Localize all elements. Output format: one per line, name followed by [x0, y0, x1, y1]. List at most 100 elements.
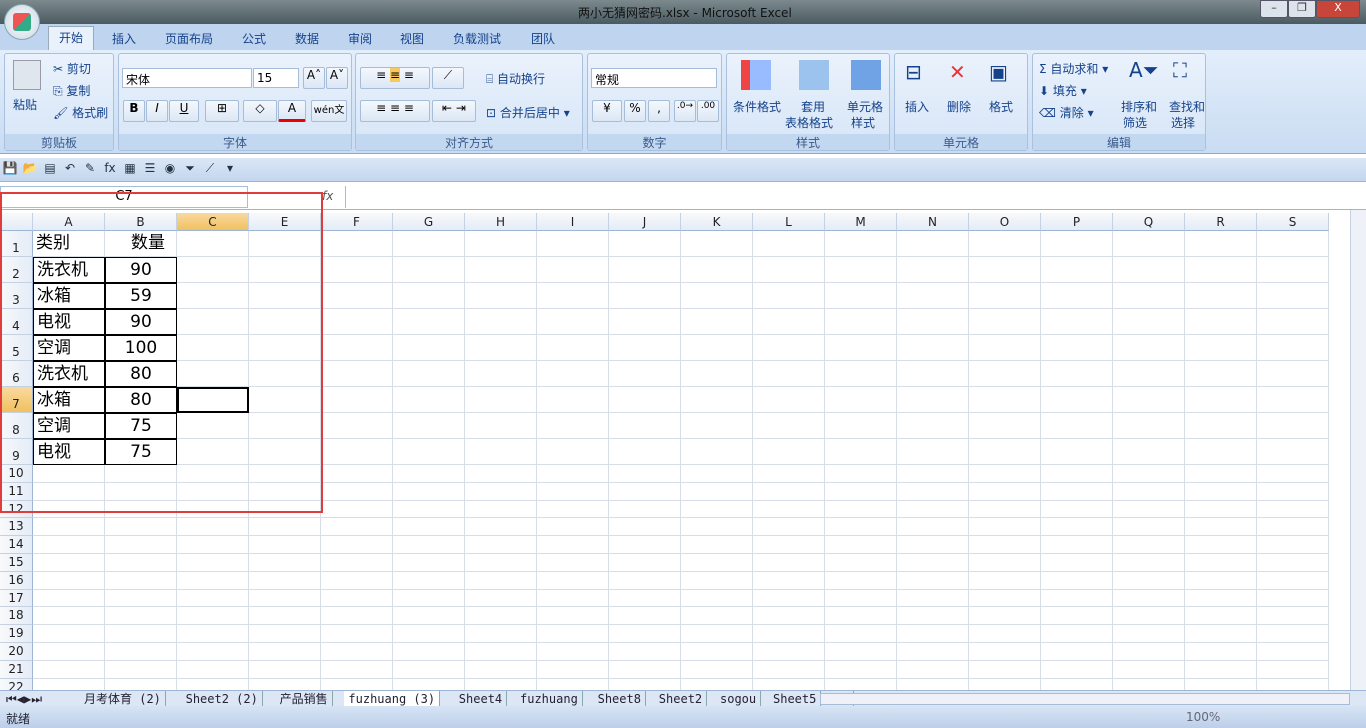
cell-R14[interactable] [1185, 536, 1257, 554]
delete-button[interactable]: 删除 [947, 98, 971, 115]
cell-E6[interactable] [249, 361, 321, 387]
cell-F1[interactable] [321, 231, 393, 257]
cell-J17[interactable] [609, 589, 681, 608]
cell-F13[interactable] [321, 518, 393, 537]
cell-K5[interactable] [681, 335, 753, 361]
cell-F19[interactable] [321, 625, 393, 643]
cell-H20[interactable] [465, 643, 537, 661]
tab-2[interactable]: 页面布局 [155, 28, 223, 49]
clear-button[interactable]: ⌫ 清除 ▾ [1039, 104, 1094, 121]
underline-button[interactable]: U [169, 100, 199, 122]
cell-B19[interactable] [105, 625, 177, 643]
cell-F15[interactable] [321, 554, 393, 572]
cell-K13[interactable] [681, 518, 753, 537]
cell-N8[interactable] [897, 413, 969, 439]
cell-K12[interactable] [681, 500, 753, 519]
cell-L19[interactable] [753, 625, 825, 643]
cell-R6[interactable] [1185, 361, 1257, 387]
cell-C2[interactable] [177, 257, 249, 283]
cell-S20[interactable] [1257, 643, 1329, 661]
cell-M5[interactable] [825, 335, 897, 361]
cell-H4[interactable] [465, 309, 537, 335]
cell-R21[interactable] [1185, 660, 1257, 679]
cell-Q7[interactable] [1113, 387, 1185, 413]
cell-F22[interactable] [321, 678, 393, 690]
cell-B5[interactable]: 100 [105, 335, 177, 361]
draw-icon[interactable]: ✎ [80, 161, 100, 175]
cell-O15[interactable] [969, 554, 1041, 572]
cell-L22[interactable] [753, 678, 825, 690]
cell-C9[interactable] [177, 439, 249, 465]
cell-O13[interactable] [969, 518, 1041, 537]
column-header-M[interactable]: M [825, 213, 897, 231]
cell-O20[interactable] [969, 643, 1041, 661]
cell-S9[interactable] [1257, 439, 1329, 465]
minimize-button[interactable]: – [1260, 0, 1288, 18]
cell-G12[interactable] [393, 500, 465, 519]
cell-A4[interactable]: 电视 [33, 309, 105, 335]
cell-Q9[interactable] [1113, 439, 1185, 465]
cell-C19[interactable] [177, 625, 249, 643]
row-header-1[interactable]: 1 [0, 231, 33, 257]
cell-H12[interactable] [465, 500, 537, 519]
cell-K1[interactable] [681, 231, 753, 257]
cell-S18[interactable] [1257, 607, 1329, 626]
cell-J16[interactable] [609, 571, 681, 590]
cell-N2[interactable] [897, 257, 969, 283]
cell-S10[interactable] [1257, 465, 1329, 483]
cell-I21[interactable] [537, 660, 609, 679]
cell-O17[interactable] [969, 589, 1041, 608]
cell-J19[interactable] [609, 625, 681, 643]
cell-J14[interactable] [609, 536, 681, 554]
column-header-R[interactable]: R [1185, 213, 1257, 231]
cell-H2[interactable] [465, 257, 537, 283]
cell-O9[interactable] [969, 439, 1041, 465]
cell-F14[interactable] [321, 536, 393, 554]
cell-P14[interactable] [1041, 536, 1113, 554]
format-painter-button[interactable]: 🖌 格式刷 [53, 104, 108, 121]
cell-M16[interactable] [825, 571, 897, 590]
cell-H14[interactable] [465, 536, 537, 554]
cell-S16[interactable] [1257, 571, 1329, 590]
cell-K11[interactable] [681, 482, 753, 501]
cell-H7[interactable] [465, 387, 537, 413]
cell-O2[interactable] [969, 257, 1041, 283]
cell-P18[interactable] [1041, 607, 1113, 626]
cell-E8[interactable] [249, 413, 321, 439]
cell-L7[interactable] [753, 387, 825, 413]
cell-S4[interactable] [1257, 309, 1329, 335]
cell-C20[interactable] [177, 643, 249, 661]
cell-C15[interactable] [177, 554, 249, 572]
cell-J20[interactable] [609, 643, 681, 661]
cell-N16[interactable] [897, 571, 969, 590]
cell-B20[interactable] [105, 643, 177, 661]
vertical-scrollbar[interactable] [1350, 210, 1366, 690]
cell-R12[interactable] [1185, 500, 1257, 519]
cell-H18[interactable] [465, 607, 537, 626]
cell-E22[interactable] [249, 678, 321, 690]
cell-K21[interactable] [681, 660, 753, 679]
column-header-K[interactable]: K [681, 213, 753, 231]
sheet-tab[interactable]: fuzhuang (3) [344, 691, 441, 707]
cell-I2[interactable] [537, 257, 609, 283]
column-header-O[interactable]: O [969, 213, 1041, 231]
cell-A10[interactable] [33, 465, 105, 483]
cell-M12[interactable] [825, 500, 897, 519]
tab-8[interactable]: 团队 [521, 28, 565, 49]
cell-E11[interactable] [249, 482, 321, 501]
cell-S2[interactable] [1257, 257, 1329, 283]
cell-L20[interactable] [753, 643, 825, 661]
cell-B18[interactable] [105, 607, 177, 626]
cell-G14[interactable] [393, 536, 465, 554]
cell-C5[interactable] [177, 335, 249, 361]
cell-K18[interactable] [681, 607, 753, 626]
cell-A6[interactable]: 洗衣机 [33, 361, 105, 387]
cell-Q6[interactable] [1113, 361, 1185, 387]
cell-K15[interactable] [681, 554, 753, 572]
customize-icon[interactable]: ▾ [220, 161, 240, 175]
cell-S15[interactable] [1257, 554, 1329, 572]
cell-I3[interactable] [537, 283, 609, 309]
column-header-Q[interactable]: Q [1113, 213, 1185, 231]
cell-E2[interactable] [249, 257, 321, 283]
cell-P13[interactable] [1041, 518, 1113, 537]
